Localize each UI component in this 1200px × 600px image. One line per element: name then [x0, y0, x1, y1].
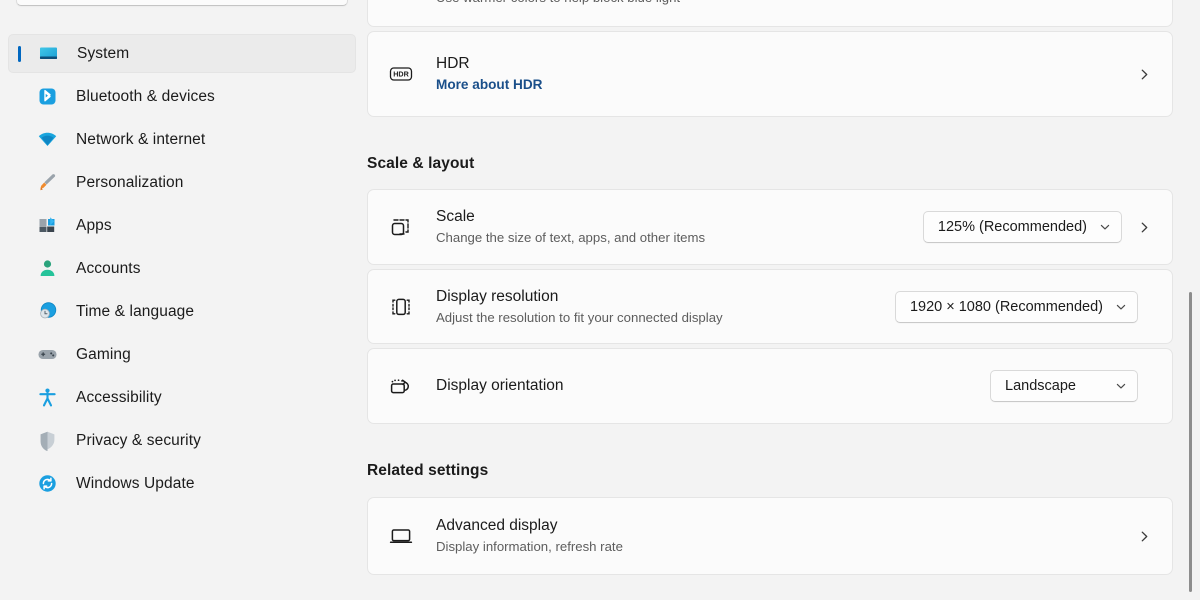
scale-card[interactable]: Scale Change the size of text, apps, and…	[367, 189, 1173, 265]
display-orientation-title: Display orientation	[436, 376, 990, 396]
sidebar-item-label: Gaming	[76, 346, 131, 364]
scrollbar[interactable]	[1185, 0, 1195, 600]
accessibility-icon	[36, 387, 58, 409]
bluetooth-icon	[36, 86, 58, 108]
sidebar-item-privacy-security[interactable]: Privacy & security	[8, 421, 356, 460]
update-icon	[36, 473, 58, 495]
sidebar-item-network-internet[interactable]: Network & internet	[8, 120, 356, 159]
advanced-display-title: Advanced display	[436, 516, 1136, 536]
sidebar-item-gaming[interactable]: Gaming	[8, 335, 356, 374]
selection-indicator	[18, 46, 21, 62]
sidebar-item-label: Network & internet	[76, 131, 205, 149]
display-resolution-title: Display resolution	[436, 287, 895, 307]
scrollbar-thumb[interactable]	[1189, 292, 1192, 592]
sidebar-item-windows-update[interactable]: Windows Update	[8, 464, 356, 503]
sidebar-item-bluetooth-devices[interactable]: Bluetooth & devices	[8, 77, 356, 116]
display-resolution-dropdown[interactable]: 1920 × 1080 (Recommended)	[895, 291, 1138, 323]
main-content: Night light Use warmer colors to help bl…	[364, 0, 1200, 600]
scale-title: Scale	[436, 207, 923, 227]
scale-icon	[386, 214, 416, 240]
chevron-right-icon[interactable]	[1136, 528, 1152, 544]
chevron-down-icon	[1115, 380, 1127, 392]
sidebar-item-personalization[interactable]: Personalization	[8, 163, 356, 202]
gamepad-icon	[36, 344, 58, 366]
chevron-right-icon[interactable]	[1136, 66, 1152, 82]
display-orientation-dropdown[interactable]: Landscape	[990, 370, 1138, 402]
scale-value: 125% (Recommended)	[938, 219, 1087, 235]
sidebar: System Bluetooth & devices	[0, 0, 364, 600]
hdr-icon: HDR	[386, 61, 416, 87]
display-resolution-card[interactable]: Display resolution Adjust the resolution…	[367, 269, 1173, 344]
sidebar-item-time-language[interactable]: Time & language	[8, 292, 356, 331]
orientation-icon	[386, 373, 416, 399]
display-resolution-value: 1920 × 1080 (Recommended)	[910, 299, 1103, 315]
chevron-right-icon[interactable]	[1136, 219, 1152, 235]
settings-window: System Bluetooth & devices	[0, 0, 1200, 600]
sidebar-item-label: Apps	[76, 217, 112, 235]
sidebar-nav-list: System Bluetooth & devices	[0, 0, 364, 503]
scale-subtitle: Change the size of text, apps, and other…	[436, 229, 923, 246]
hdr-more-link[interactable]: More about HDR	[436, 76, 1136, 94]
display-resolution-subtitle: Adjust the resolution to fit your connec…	[436, 309, 895, 326]
advanced-display-card[interactable]: Advanced display Display information, re…	[367, 497, 1173, 575]
night-light-subtitle: Use warmer colors to help block blue lig…	[436, 0, 1045, 7]
hdr-card[interactable]: HDR HDR More about HDR	[367, 31, 1173, 117]
display-orientation-value: Landscape	[1005, 378, 1076, 394]
laptop-icon	[386, 523, 416, 549]
sidebar-item-label: Bluetooth & devices	[76, 88, 215, 106]
chevron-down-icon	[1115, 301, 1127, 313]
person-icon	[36, 258, 58, 280]
sidebar-item-accounts[interactable]: Accounts	[8, 249, 356, 288]
chevron-down-icon	[1099, 221, 1111, 233]
sidebar-item-label: Windows Update	[76, 475, 195, 493]
search-input[interactable]	[16, 0, 348, 6]
shield-icon	[36, 430, 58, 452]
sidebar-item-label: Accessibility	[76, 389, 162, 407]
clock-globe-icon	[36, 301, 58, 323]
apps-icon	[36, 215, 58, 237]
wifi-icon	[36, 129, 58, 151]
resolution-icon	[386, 294, 416, 320]
sidebar-item-label: Accounts	[76, 260, 141, 278]
sidebar-item-label: Personalization	[76, 174, 183, 192]
sidebar-item-label: System	[77, 45, 129, 63]
display-orientation-card[interactable]: Display orientation Landscape	[367, 348, 1173, 424]
related-settings-heading: Related settings	[367, 462, 1200, 480]
sidebar-item-system[interactable]: System	[8, 34, 356, 73]
sidebar-item-apps[interactable]: Apps	[8, 206, 356, 245]
monitor-icon	[37, 43, 59, 65]
hdr-title: HDR	[436, 54, 1136, 74]
scale-layout-heading: Scale & layout	[367, 155, 1200, 173]
scale-dropdown[interactable]: 125% (Recommended)	[923, 211, 1122, 243]
sidebar-item-label: Time & language	[76, 303, 194, 321]
svg-text:HDR: HDR	[393, 70, 409, 79]
paintbrush-icon	[36, 172, 58, 194]
advanced-display-subtitle: Display information, refresh rate	[436, 538, 1136, 555]
night-light-card[interactable]: Night light Use warmer colors to help bl…	[367, 0, 1173, 27]
sidebar-item-accessibility[interactable]: Accessibility	[8, 378, 356, 417]
settings-list: Night light Use warmer colors to help bl…	[364, 0, 1200, 575]
sidebar-item-label: Privacy & security	[76, 432, 201, 450]
